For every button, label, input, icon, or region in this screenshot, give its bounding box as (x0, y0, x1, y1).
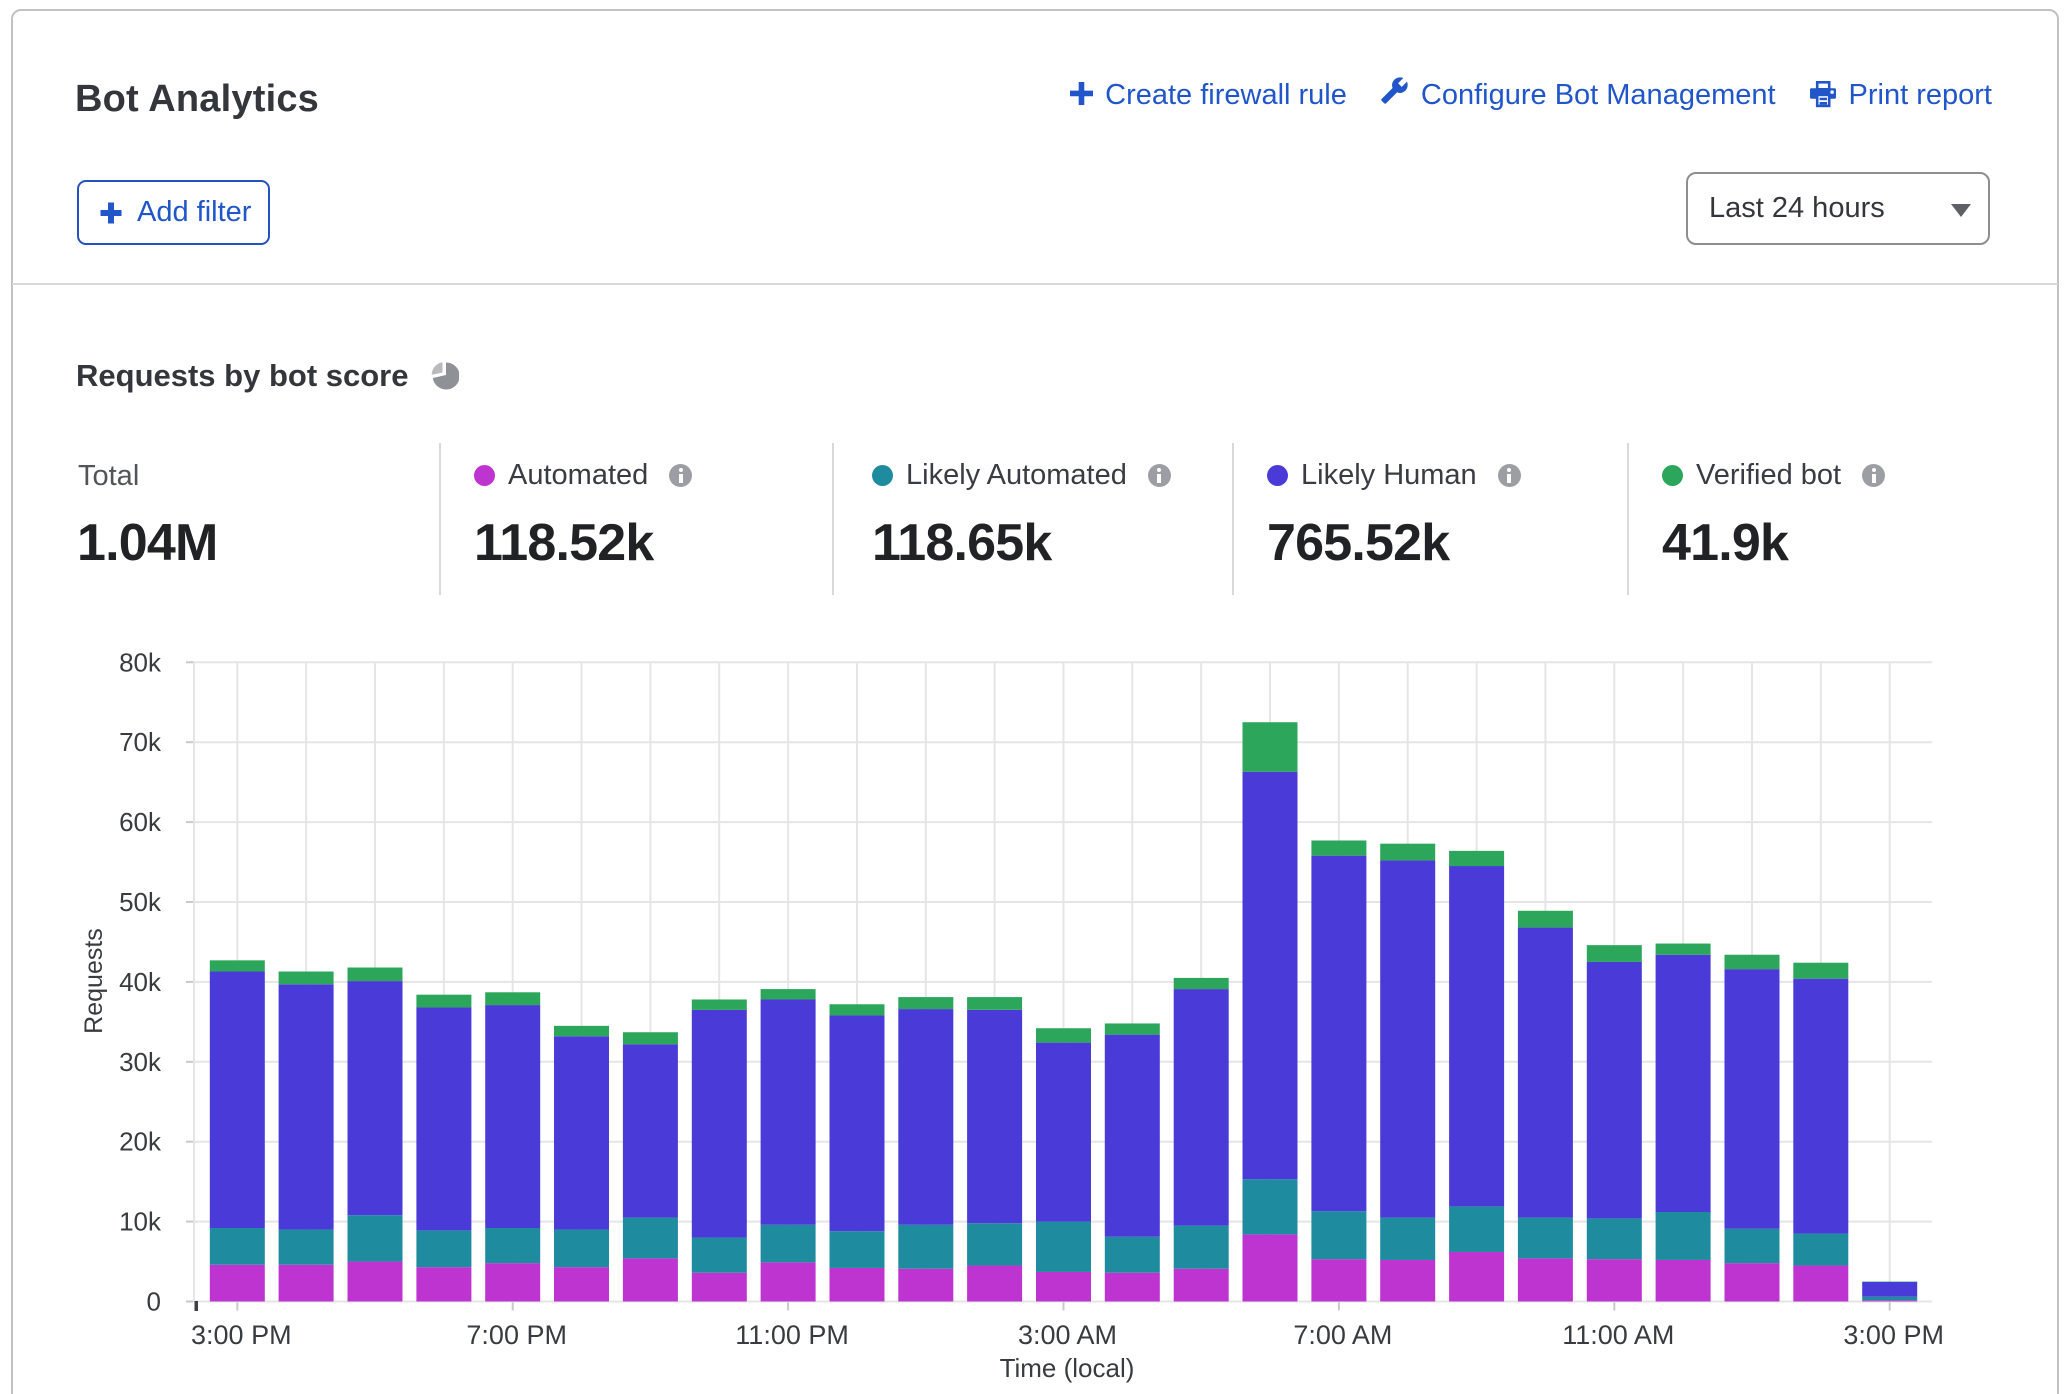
svg-text:Requests: Requests (80, 928, 108, 1034)
svg-text:30k: 30k (119, 1047, 162, 1077)
svg-text:40k: 40k (119, 967, 162, 997)
svg-text:3:00 AM: 3:00 AM (1018, 1320, 1117, 1350)
svg-text:11:00 AM: 11:00 AM (1562, 1320, 1674, 1350)
svg-text:70k: 70k (119, 727, 162, 757)
svg-text:10k: 10k (119, 1207, 162, 1237)
svg-text:7:00 AM: 7:00 AM (1293, 1320, 1392, 1350)
svg-text:Time (local): Time (local) (1000, 1353, 1135, 1383)
svg-text:50k: 50k (119, 887, 162, 917)
svg-text:3:00 PM: 3:00 PM (191, 1320, 292, 1350)
svg-text:3:00 PM: 3:00 PM (1843, 1320, 1944, 1350)
svg-text:60k: 60k (119, 807, 162, 837)
svg-text:11:00 PM: 11:00 PM (735, 1320, 849, 1350)
svg-text:20k: 20k (119, 1127, 162, 1157)
svg-text:80k: 80k (119, 647, 162, 677)
svg-text:0: 0 (147, 1287, 161, 1317)
svg-text:7:00 PM: 7:00 PM (466, 1320, 567, 1350)
